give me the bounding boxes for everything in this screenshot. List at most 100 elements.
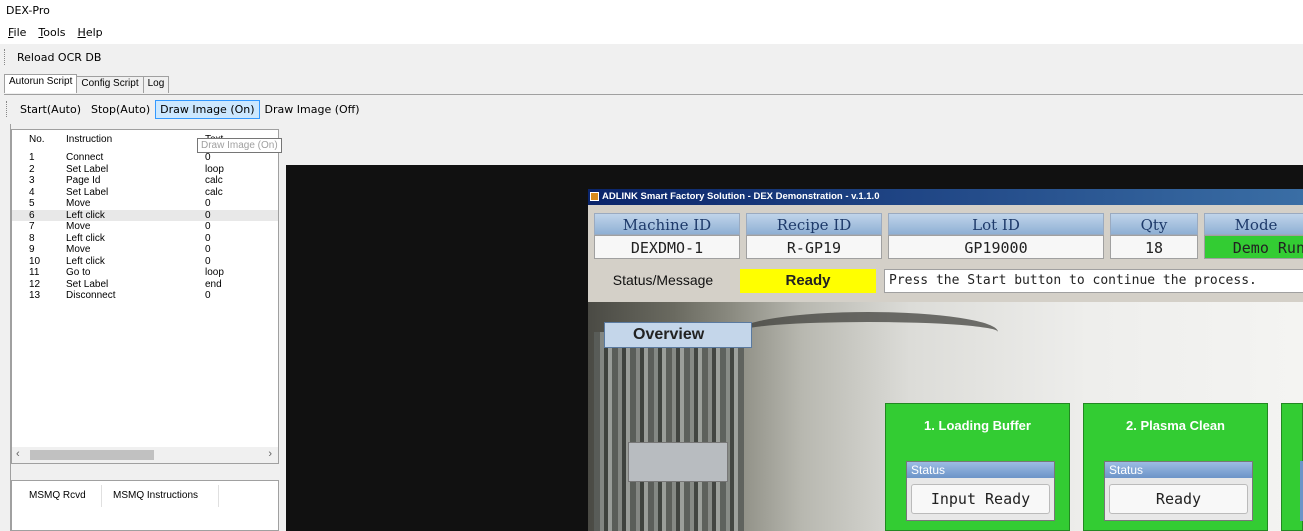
row-no: 5 — [29, 198, 35, 209]
machine-block — [628, 442, 728, 482]
tab-log[interactable]: Log — [142, 76, 170, 93]
scroll-left-icon[interactable]: ‹ — [16, 448, 20, 460]
app-logo-icon — [590, 192, 599, 201]
list-item[interactable]: 13 Disconnect 0 — [12, 290, 278, 302]
row-no: 3 — [29, 175, 35, 186]
row-instruction: Page Id — [66, 175, 101, 186]
row-text: loop — [205, 163, 224, 175]
stage-status-box: Status Ready — [1104, 461, 1253, 521]
row-instruction: Go to — [66, 267, 91, 278]
window-title: DEX-Pro — [0, 0, 1303, 22]
stage-loading-buffer[interactable]: 1. Loading Buffer Status Input Ready — [885, 403, 1070, 531]
cable-chain — [738, 312, 998, 352]
row-no: 1 — [29, 152, 35, 163]
list-item[interactable]: 4 Set Label calc — [12, 187, 278, 199]
list-item[interactable]: 1 Connect 0 — [12, 152, 278, 164]
machine-photo: Overview 1. Loading Buffer Status Input … — [588, 302, 1303, 531]
row-instruction: Left click — [66, 255, 105, 267]
recipe-id-header: Recipe ID — [746, 213, 882, 235]
row-instruction: Left click — [66, 209, 105, 221]
menu-help[interactable]: Help — [78, 26, 103, 44]
row-no: 2 — [29, 163, 35, 175]
row-text: calc — [205, 186, 223, 198]
stage-status-value: Input Ready — [911, 484, 1050, 514]
tab-autorun-script[interactable]: Autorun Script — [4, 74, 78, 93]
list-item[interactable]: 12 Set Label end — [12, 279, 278, 291]
lot-id-header: Lot ID — [888, 213, 1104, 235]
row-instruction: Connect — [66, 152, 104, 163]
scroll-right-icon[interactable]: › — [268, 448, 272, 460]
status-row: Status/Message Ready Press the Start but… — [594, 267, 1303, 293]
column-header-no[interactable]: No. — [29, 134, 45, 145]
list-item[interactable]: 6 Left click 0 — [12, 209, 278, 221]
list-item[interactable]: 3 Page Id calc — [12, 175, 278, 187]
row-text: 0 — [205, 232, 211, 244]
column-header-instruction[interactable]: Instruction — [66, 134, 112, 145]
start-auto-button[interactable]: Start(Auto) — [15, 100, 86, 119]
tab-config-script[interactable]: Config Script — [76, 76, 144, 93]
row-no: 9 — [29, 244, 35, 255]
menu-tools[interactable]: Tools — [38, 26, 65, 44]
horizontal-scrollbar[interactable]: ‹ › — [12, 447, 278, 463]
list-item[interactable]: 9 Move 0 — [12, 244, 278, 256]
menu-bar: File Tools Help — [0, 22, 1303, 44]
row-text: 0 — [205, 152, 211, 163]
menu-file[interactable]: File — [8, 26, 26, 44]
toolstrip-grip-icon[interactable] — [6, 101, 9, 117]
row-instruction: Left click — [66, 232, 105, 244]
column-separator — [101, 485, 102, 507]
list-item[interactable]: 8 Left click 0 — [12, 233, 278, 245]
draw-image-off-button[interactable]: Draw Image (Off) — [260, 100, 365, 119]
toolstrip-grip-icon[interactable] — [4, 49, 7, 65]
recipe-id-value: R-GP19 — [746, 235, 882, 259]
draw-image-tooltip: Draw Image (On) — [197, 138, 282, 153]
row-text: 0 — [205, 290, 211, 301]
stage-next-partial[interactable] — [1281, 403, 1303, 531]
list-item[interactable]: 10 Left click 0 — [12, 256, 278, 268]
row-instruction: Move — [66, 221, 91, 232]
msmq-list[interactable]: MSMQ Rcvd MSMQ Instructions — [11, 480, 279, 531]
app-title: ADLINK Smart Factory Solution - DEX Demo… — [602, 191, 880, 202]
row-text: 0 — [205, 255, 211, 267]
stage-status-value: Ready — [1109, 484, 1248, 514]
row-instruction: Move — [66, 244, 91, 255]
qty-header: Qty — [1110, 213, 1198, 235]
tab-divider — [4, 94, 1303, 95]
status-label: Status/Message — [612, 272, 714, 288]
mode-header: Mode — [1204, 213, 1303, 235]
lot-id-value: GP19000 — [888, 235, 1104, 259]
status-message: Press the Start button to continue the p… — [884, 269, 1303, 293]
row-no: 13 — [29, 290, 41, 301]
scrollbar-thumb[interactable] — [30, 450, 154, 460]
draw-image-on-button[interactable]: Draw Image (On) — [155, 99, 260, 119]
stage-status-label: Status — [1105, 462, 1252, 478]
row-instruction: Set Label — [66, 163, 109, 175]
stage-plasma-clean[interactable]: 2. Plasma Clean Status Ready — [1083, 403, 1268, 531]
column-header-msmq-instructions[interactable]: MSMQ Instructions — [113, 490, 198, 501]
row-no: 7 — [29, 221, 35, 232]
row-no: 12 — [29, 278, 41, 290]
row-no: 10 — [29, 255, 41, 267]
main-toolstrip: Reload OCR DB — [0, 44, 1303, 70]
machine-image — [594, 332, 744, 531]
stage-name: 1. Loading Buffer — [924, 418, 1031, 433]
reload-ocr-db-button[interactable]: Reload OCR DB — [13, 49, 105, 66]
list-item[interactable]: 2 Set Label loop — [12, 164, 278, 176]
overview-label: Overview — [604, 322, 752, 348]
column-separator — [218, 485, 219, 507]
row-text: calc — [205, 175, 223, 186]
autorun-toolstrip: Start(Auto) Stop(Auto) Draw Image (On) D… — [4, 97, 365, 121]
stage-status-label: Status — [907, 462, 1054, 478]
tab-strip: Autorun Script Config Script Log — [4, 74, 170, 94]
row-text: 0 — [205, 198, 211, 209]
instruction-list[interactable]: No. Instruction Text 1Connect02Set Label… — [11, 129, 279, 464]
info-panel: Machine ID DEXDMO-1 Recipe ID R-GP19 Lot… — [594, 213, 1303, 295]
machine-id-header: Machine ID — [594, 213, 740, 235]
row-instruction: Set Label — [66, 186, 109, 198]
list-item[interactable]: 11 Go to loop — [12, 267, 278, 279]
list-item[interactable]: 5 Move 0 — [12, 198, 278, 210]
column-header-msmq-rcvd[interactable]: MSMQ Rcvd — [29, 490, 86, 501]
stop-auto-button[interactable]: Stop(Auto) — [86, 100, 155, 119]
row-text: 0 — [205, 244, 211, 255]
list-item[interactable]: 7 Move 0 — [12, 221, 278, 233]
